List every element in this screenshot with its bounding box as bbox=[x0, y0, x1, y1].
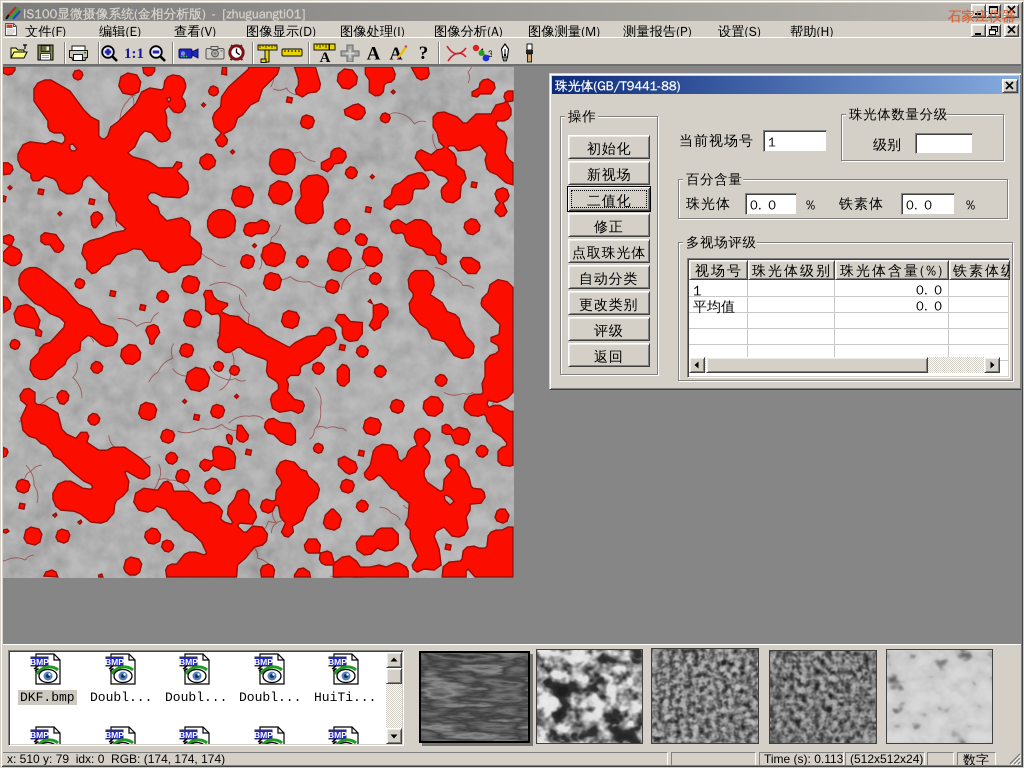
svg-text:BMP: BMP bbox=[30, 730, 49, 740]
svg-text:BMP: BMP bbox=[30, 657, 49, 667]
svg-text:BMP: BMP bbox=[328, 730, 347, 740]
svg-text:BMP: BMP bbox=[179, 657, 198, 667]
svg-text:BMP: BMP bbox=[105, 657, 124, 667]
svg-text:BMP: BMP bbox=[254, 730, 273, 740]
svg-text:BMP: BMP bbox=[105, 730, 124, 740]
svg-text:BMP: BMP bbox=[254, 657, 273, 667]
svg-text:A: A bbox=[367, 44, 381, 63]
svg-text:A: A bbox=[320, 50, 331, 63]
svg-text:BMP: BMP bbox=[179, 730, 198, 740]
svg-text:1:1: 1:1 bbox=[124, 46, 144, 61]
svg-text:BMP: BMP bbox=[328, 657, 347, 667]
svg-text:?: ? bbox=[419, 43, 429, 62]
